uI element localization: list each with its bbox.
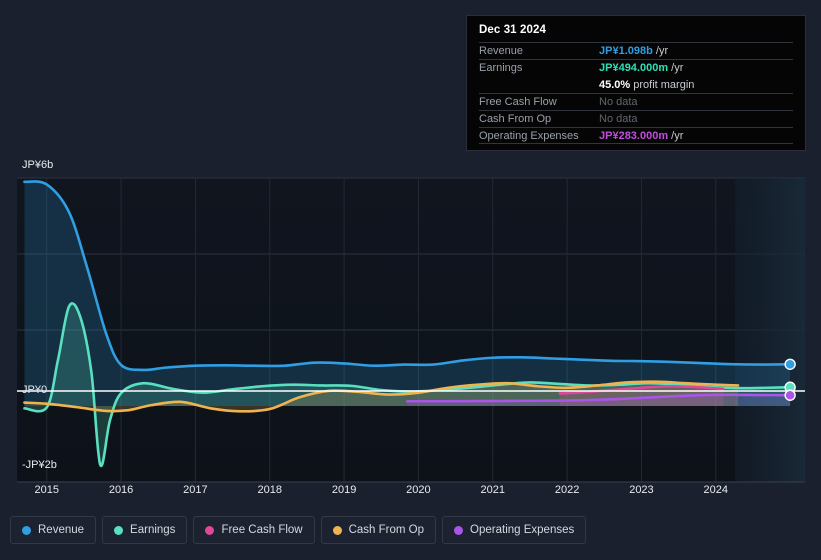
- x-axis-tick-2017: 2017: [183, 484, 208, 496]
- tooltip-row-value: No data: [599, 113, 638, 125]
- tooltip-row-operating-expenses: Operating Expenses JP¥283.000m /yr: [479, 127, 793, 144]
- x-axis-tick-2019: 2019: [331, 484, 357, 496]
- tooltip-row-label: Operating Expenses: [479, 129, 579, 142]
- tooltip-row-value: 45.0% profit margin: [599, 78, 695, 91]
- tooltip-row-cash-from-op: Cash From Op No data: [479, 110, 793, 127]
- x-axis-tick-2016: 2016: [108, 484, 134, 496]
- legend-item-earnings[interactable]: Earnings: [102, 516, 188, 544]
- tooltip-row-value: JP¥283.000m /yr: [599, 129, 684, 142]
- legend-color-dot-icon: [454, 525, 464, 535]
- legend-item-cash-from-op[interactable]: Cash From Op: [320, 516, 437, 544]
- tooltip-row-label: Revenue: [479, 45, 524, 57]
- legend-item-operating-expenses[interactable]: Operating Expenses: [442, 516, 587, 544]
- x-axis-tick-2022: 2022: [554, 484, 580, 496]
- legend-item-free-cash-flow[interactable]: Free Cash Flow: [193, 516, 315, 544]
- tooltip-row-label: Free Cash Flow: [479, 96, 557, 108]
- forecast-band: [735, 178, 805, 482]
- tooltip-row-revenue: Revenue JP¥1.098b /yr: [479, 42, 793, 59]
- x-axis-tick-2024: 2024: [703, 484, 729, 496]
- legend-item-revenue[interactable]: Revenue: [10, 516, 97, 544]
- x-axis-tick-2021: 2021: [480, 484, 506, 496]
- x-axis-tick-2018: 2018: [257, 484, 282, 496]
- legend-item-label: Revenue: [38, 524, 85, 536]
- legend-color-dot-icon: [114, 525, 124, 535]
- end-dot-revenue: [784, 358, 796, 370]
- legend-color-dot-icon: [332, 525, 342, 535]
- tooltip-row-earnings: Earnings JP¥494.000m /yr: [479, 59, 793, 76]
- tooltip-row-free-cash-flow: Free Cash Flow No data: [479, 93, 793, 110]
- y-axis-label-zero: JP¥0: [22, 384, 48, 396]
- x-axis-tick-2023: 2023: [629, 484, 654, 496]
- legend-item-label: Free Cash Flow: [221, 524, 303, 536]
- tooltip-row-value: JP¥1.098b /yr: [599, 45, 669, 57]
- tooltip-row-value: No data: [599, 96, 638, 108]
- tooltip-row-label: Cash From Op: [479, 113, 552, 125]
- financial-chart-page: JP¥6b JP¥0 -JP¥2b 2015 2016 2017 2018 2019 20…: [0, 0, 821, 560]
- y-axis-label-top: JP¥6b: [22, 159, 54, 171]
- legend-color-dot-icon: [22, 525, 31, 535]
- legend-item-label: Earnings: [130, 524, 176, 536]
- chart-legend[interactable]: Revenue Earnings Free Cash Flow Cash From O…: [10, 516, 587, 544]
- tooltip-date: Dec 31 2024: [479, 24, 546, 36]
- tooltip-row-profit-margin: 45.0% profit margin: [479, 76, 793, 93]
- y-axis-label-bottom: -JP¥2b: [22, 459, 57, 471]
- tooltip-rows: Revenue JP¥1.098b /yr Earnings JP¥494.000m …: [479, 42, 793, 144]
- chart-tooltip: Dec 31 2024 Revenue JP¥1.098b /yr Earnings…: [466, 15, 806, 151]
- end-dot-operating-expenses: [784, 389, 796, 401]
- legend-color-dot-icon: [205, 525, 215, 535]
- tooltip-row-value: JP¥494.000m /yr: [599, 62, 684, 74]
- x-axis-tick-2015: 2015: [34, 484, 59, 496]
- x-axis-labels: 2015 2016 2017 2018 2019 2020 2021 2022 2023 2024: [0, 484, 821, 504]
- tooltip-row-label: Earnings: [479, 62, 523, 74]
- legend-item-label: Operating Expenses: [470, 524, 575, 536]
- legend-item-label: Cash From Op: [348, 524, 425, 536]
- x-axis-tick-2020: 2020: [406, 484, 431, 496]
